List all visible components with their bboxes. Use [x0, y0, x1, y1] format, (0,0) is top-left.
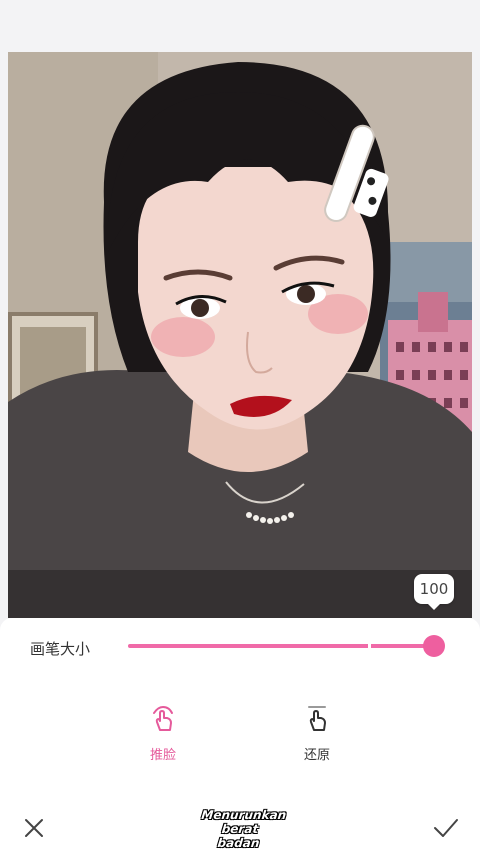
restore-tool[interactable]: 还原 [282, 704, 352, 763]
bottom-action-bar: Menurunkan berat badan [0, 798, 480, 854]
top-bar [0, 0, 480, 52]
watermark-line-2: berat badan [216, 822, 261, 850]
canvas-shadow-strip [8, 570, 472, 618]
slider-tick-mark [368, 644, 371, 648]
hand-tap-icon [153, 705, 173, 731]
watermark-line-1: Menurunkan [200, 808, 288, 822]
push-face-label: 推脸 [149, 748, 176, 763]
brush-size-label: 画笔大小 [30, 640, 91, 658]
restore-label: 还原 [303, 748, 330, 763]
portrait-photo [8, 52, 472, 618]
brush-size-slider-thumb[interactable] [423, 635, 445, 657]
brush-size-bubble: 100 [414, 574, 454, 610]
watermark-caption: Menurunkan berat badan [198, 808, 288, 850]
photo-canvas[interactable]: 100 [8, 52, 472, 618]
close-icon[interactable] [22, 816, 46, 840]
brush-size-slider-track[interactable] [128, 644, 434, 648]
hand-restore-icon [308, 706, 326, 731]
edit-panel: 画笔大小 推脸 还原 Menurunkan berat badan [0, 618, 480, 854]
push-face-tool[interactable]: 推脸 [128, 704, 198, 763]
checkmark-icon[interactable] [432, 816, 460, 840]
